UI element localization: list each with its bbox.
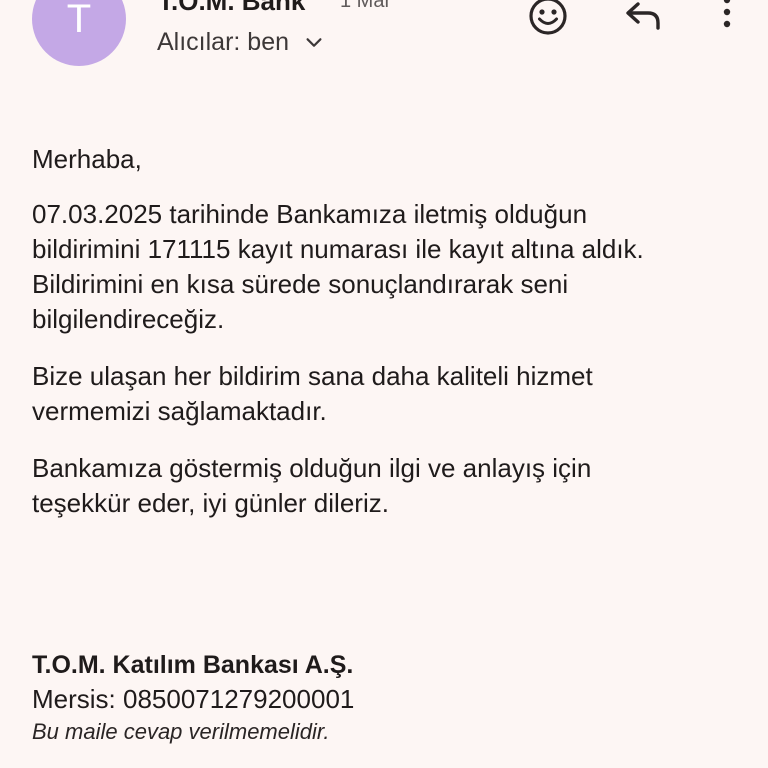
- more-vertical-icon[interactable]: [712, 0, 742, 34]
- body-line: vermemizi sağlamaktadır.: [32, 396, 327, 426]
- body-line: Bildirimini en kısa sürede sonuçlandırar…: [32, 269, 569, 299]
- recipients-toggle[interactable]: Alıcılar: ben: [157, 28, 325, 57]
- body-line: bilgilendireceğiz.: [32, 304, 225, 334]
- reply-icon[interactable]: [622, 0, 666, 36]
- body-line: teşekkür eder, iyi günler dileriz.: [32, 488, 389, 518]
- paragraph-thanks: Bankamıza göstermiş olduğun ilgi ve anla…: [32, 451, 732, 521]
- signature-company: T.O.M. Katılım Bankası A.Ş.: [32, 651, 354, 679]
- chevron-down-icon: [306, 37, 322, 47]
- avatar-letter: T: [66, 0, 92, 41]
- paragraph-quality: Bize ulaşan her bildirim sana daha kalit…: [32, 359, 732, 429]
- smiley-icon[interactable]: [526, 0, 570, 38]
- email-body: Merhaba, 07.03.2025 tarihinde Bankamıza …: [32, 142, 732, 543]
- signature-mersis: Mersis: 0850071279200001: [32, 684, 355, 714]
- greeting: Merhaba,: [32, 144, 142, 174]
- body-line: bildirimini 171115 kayıt numarası ile ka…: [32, 234, 644, 264]
- sender-avatar[interactable]: T: [32, 0, 126, 66]
- sender-name[interactable]: T.O.M. Bank: [158, 0, 305, 17]
- email-date: 1 Mar: [340, 0, 392, 12]
- signature-note: Bu maile cevap verilmemelidir.: [32, 719, 330, 744]
- paragraph-registration: 07.03.2025 tarihinde Bankamıza iletmiş o…: [32, 197, 732, 337]
- recipients-label: Alıcılar: ben: [157, 28, 290, 56]
- body-line: 07.03.2025 tarihinde Bankamıza iletmiş o…: [32, 199, 588, 229]
- body-line: Bankamıza göstermiş olduğun ilgi ve anla…: [32, 453, 592, 483]
- email-signature: T.O.M. Katılım Bankası A.Ş. Mersis: 0850…: [32, 648, 732, 748]
- body-line: Bize ulaşan her bildirim sana daha kalit…: [32, 361, 593, 391]
